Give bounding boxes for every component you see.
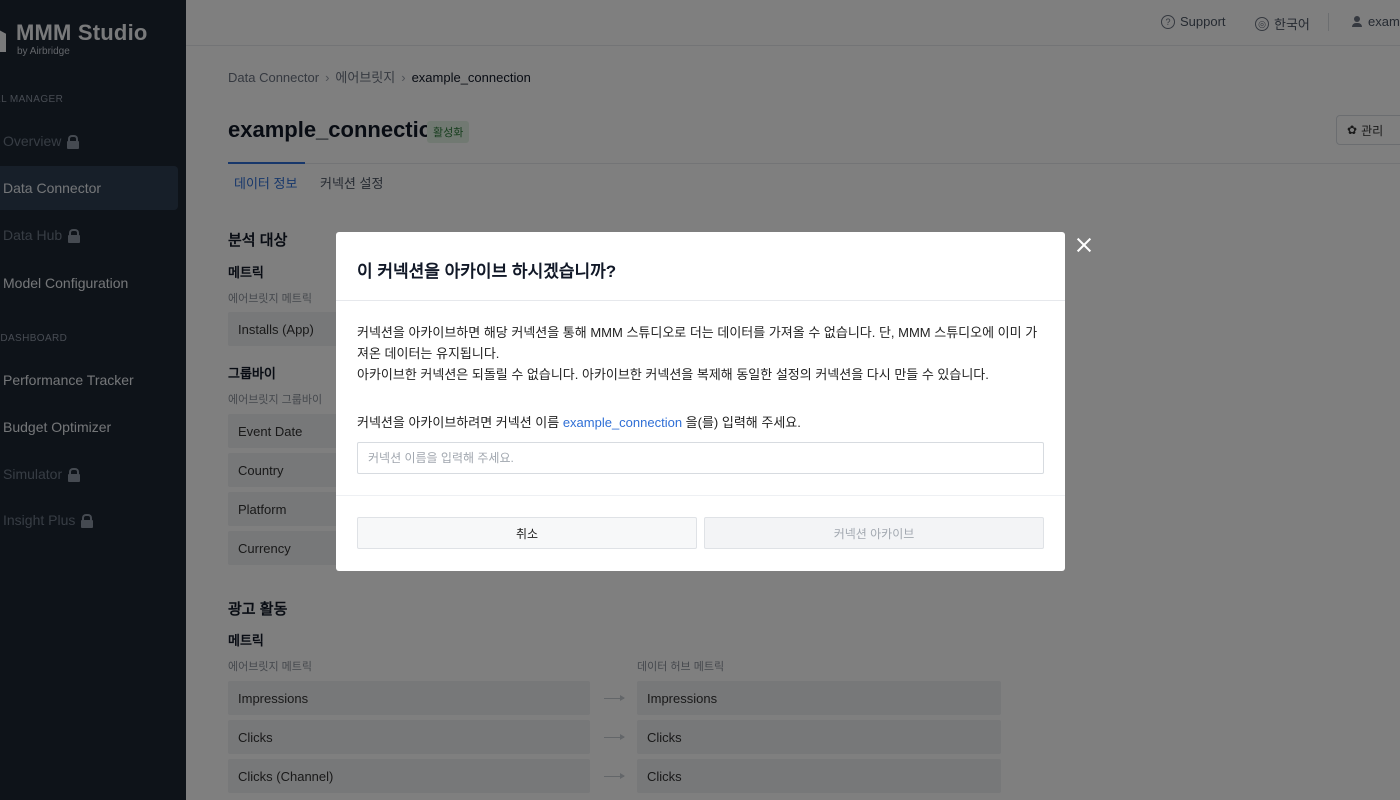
prompt-text: 을(를) 입력해 주세요.	[682, 415, 801, 430]
archive-connection-button[interactable]: 커넥션 아카이브	[704, 517, 1044, 549]
dialog-body: 커넥션을 아카이브하면 해당 커넥션을 통해 MMM 스튜디오로 더는 데이터를…	[357, 322, 1047, 385]
close-icon[interactable]	[1075, 236, 1093, 254]
dialog-title: 이 커넥션을 아카이브 하시겠습니까?	[357, 262, 617, 281]
cancel-button[interactable]: 취소	[357, 517, 697, 549]
dialog-divider	[336, 495, 1065, 496]
prompt-text: 커넥션을 아카이브하려면 커넥션 이름	[357, 415, 563, 430]
dialog-body-text: 아카이브한 커넥션은 되돌릴 수 없습니다. 아카이브한 커넥션을 복제해 동일…	[357, 367, 989, 382]
dialog-body-text: 커넥션을 아카이브하면 해당 커넥션을 통해 MMM 스튜디오로 더는 데이터를…	[357, 325, 1038, 361]
connection-name-highlight: example_connection	[562, 415, 683, 430]
dialog-divider	[336, 300, 1065, 301]
connection-name-input[interactable]	[357, 442, 1044, 474]
dialog-prompt: 커넥션을 아카이브하려면 커넥션 이름 example_connection 을…	[357, 412, 801, 431]
archive-dialog: 이 커넥션을 아카이브 하시겠습니까? 커넥션을 아카이브하면 해당 커넥션을 …	[336, 232, 1065, 571]
